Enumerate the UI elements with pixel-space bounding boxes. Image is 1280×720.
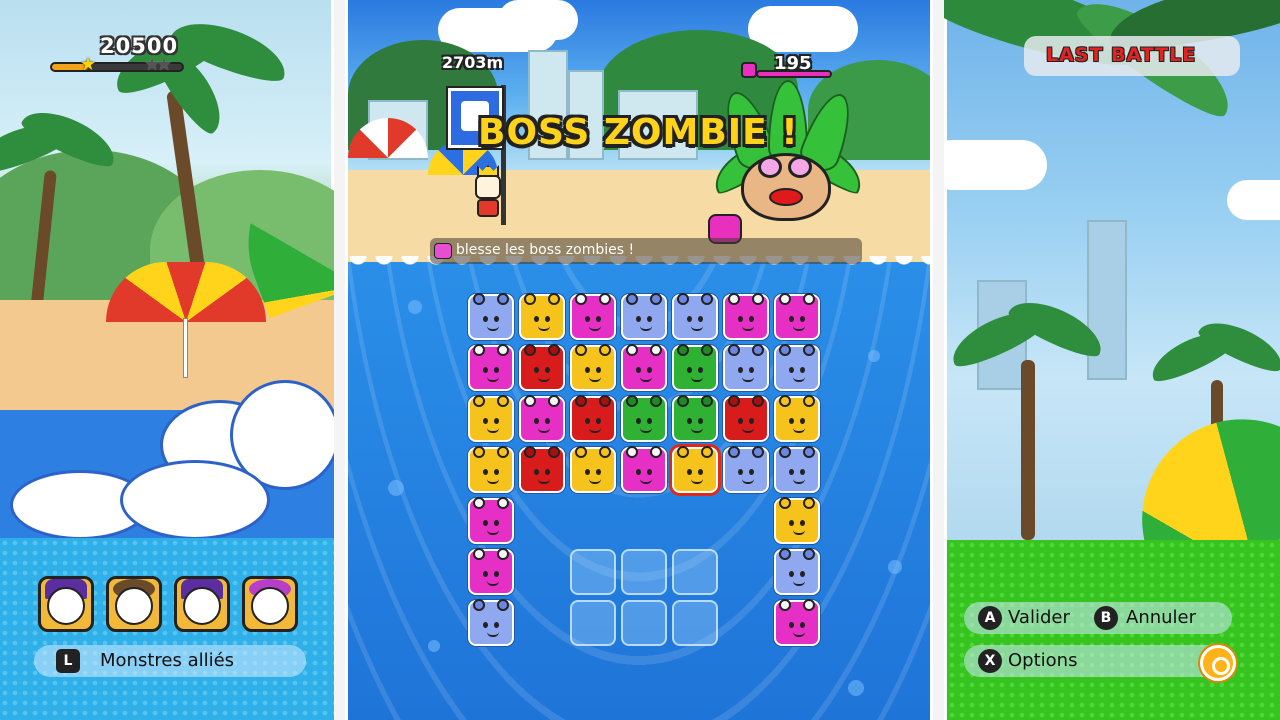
palm-tree [944,0,1280,200]
ally-monster-slot[interactable] [174,576,230,632]
blue-monster-tile[interactable] [774,548,820,595]
empty-board-slot[interactable] [570,549,616,595]
red-monster-tile[interactable] [519,446,565,493]
pink-monster-tile[interactable] [774,293,820,340]
l-button-icon: L [56,649,80,673]
blue-monster-tile[interactable] [621,293,667,340]
b-button-icon: B [1094,606,1118,630]
pink-monster-tile[interactable] [621,446,667,493]
yellow-monster-tile[interactable] [468,446,514,493]
yellow-monster-tile[interactable] [774,497,820,544]
pink-monster-tile[interactable] [774,599,820,646]
yellow-monster-tile[interactable] [468,395,514,442]
empty-board-slot[interactable] [621,600,667,646]
blue-monster-tile[interactable] [723,344,769,391]
red-monster-tile[interactable] [570,395,616,442]
empty-board-slot[interactable] [570,600,616,646]
stage-badge-label: LAST BATTLE [1046,44,1197,66]
options-button[interactable]: Options [1008,650,1077,671]
star-earned-icon: ★ [80,54,97,75]
blue-monster-tile[interactable] [723,446,769,493]
yellow-monster-tile[interactable] [519,293,565,340]
left-panel: 20500 ★ ★ ★ L Monstres alliés [0,0,334,720]
red-monster-tile[interactable] [519,344,565,391]
pink-monster-tile[interactable] [570,293,616,340]
score-progress-bar: ★ ★ ★ [50,56,184,74]
ally-monster-slot[interactable] [242,576,298,632]
confirm-button[interactable]: Valider [1008,607,1070,628]
x-button-icon: X [978,649,1002,673]
green-monster-tile[interactable] [672,395,718,442]
yellow-monster-tile[interactable] [570,446,616,493]
pink-monster-tile[interactable] [468,497,514,544]
green-monster-tile[interactable] [672,344,718,391]
blue-monster-tile[interactable] [774,344,820,391]
options-bar [964,645,1232,677]
pink-monster-tile[interactable] [723,293,769,340]
pink-monster-tile[interactable] [621,344,667,391]
a-button-icon: A [978,606,1002,630]
palm-tree [944,290,1110,540]
star-empty-icon: ★ [156,54,173,75]
ally-monster-slot[interactable] [106,576,162,632]
pink-monster-tile[interactable] [468,344,514,391]
blue-monster-tile[interactable] [774,446,820,493]
beach-scene-right [944,0,1280,604]
cancel-button[interactable]: Annuler [1126,607,1196,628]
blue-monster-tile[interactable] [672,293,718,340]
battle-panel: 2703m 195 BOSS ZOMBIE ! blesse les boss … [345,0,933,720]
pink-monster-tile[interactable] [519,395,565,442]
beach-scene-left: 20500 ★ ★ ★ [0,0,334,550]
empty-board-slot[interactable] [672,600,718,646]
allies-label: Monstres alliés [100,650,235,671]
puzzle-board [348,0,930,720]
yellow-monster-tile[interactable] [774,395,820,442]
empty-board-slot[interactable] [621,549,667,595]
red-monster-tile[interactable] [723,395,769,442]
gear-icon[interactable] [1200,645,1236,681]
umbrella-pole [183,318,188,378]
blue-monster-tile[interactable] [468,293,514,340]
wave-foam [120,460,270,540]
empty-board-slot[interactable] [672,549,718,595]
blue-monster-tile[interactable] [468,599,514,646]
ally-monster-slot[interactable] [38,576,94,632]
right-panel: LAST BATTLE A Valider B Annuler X Option… [944,0,1280,720]
green-monster-tile[interactable] [621,395,667,442]
yellow-monster-tile[interactable] [672,446,718,493]
pink-monster-tile[interactable] [468,548,514,595]
yellow-monster-tile[interactable] [570,344,616,391]
